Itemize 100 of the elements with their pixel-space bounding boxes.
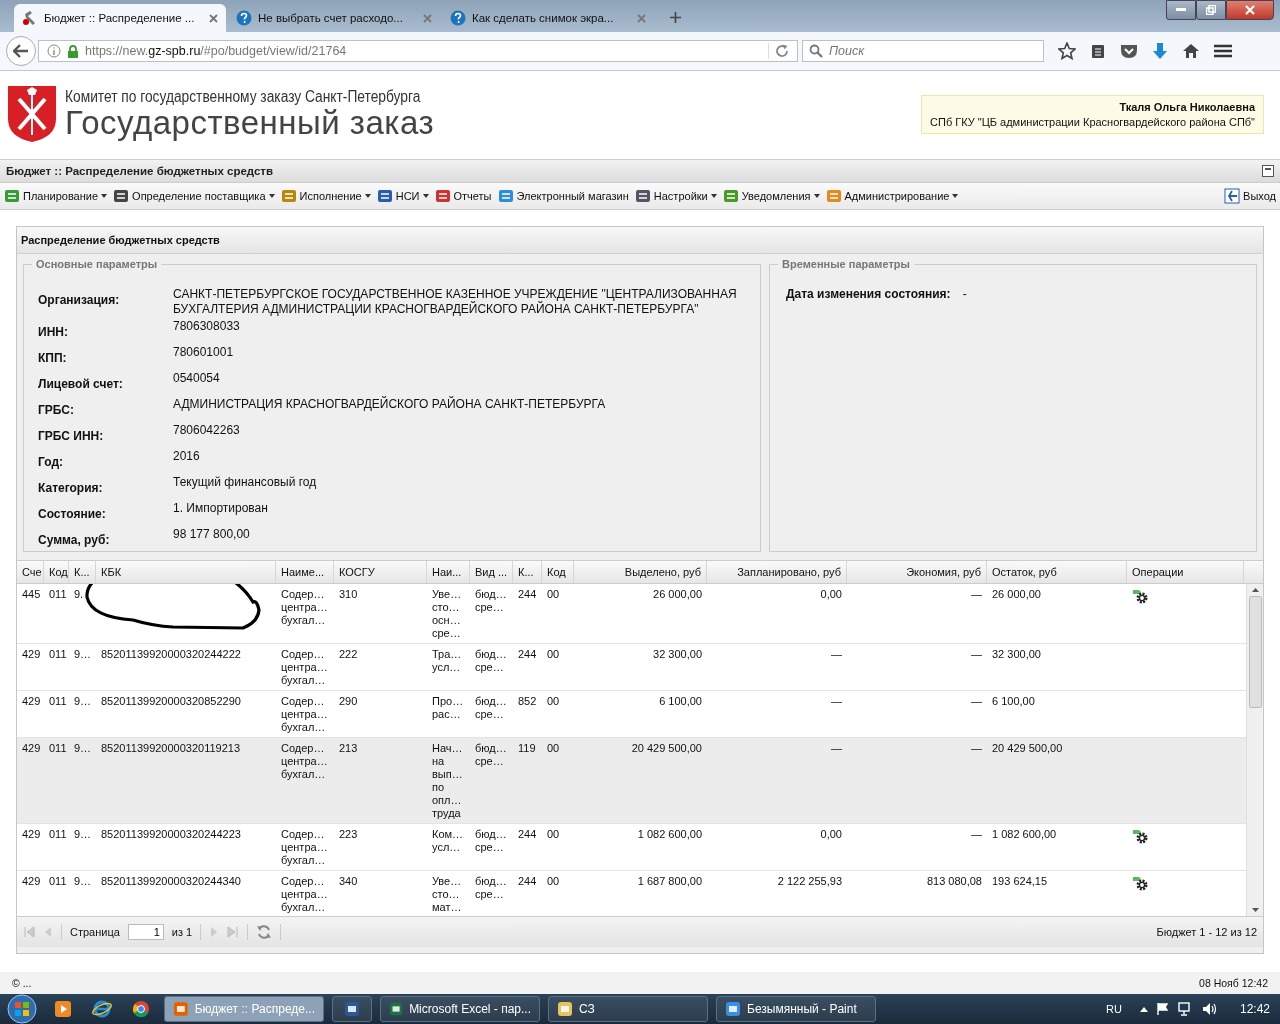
home-icon[interactable]: [1182, 43, 1200, 59]
column-header[interactable]: Код: [542, 561, 574, 583]
menu-item-icon: [280, 188, 297, 204]
browser-tab[interactable]: Бюджет :: Распределение ...: [14, 4, 226, 32]
status-date: 08 Нояб 12:42: [1199, 977, 1268, 989]
table-cell: —: [831, 695, 842, 708]
column-header[interactable]: Наи...: [427, 561, 470, 583]
column-header[interactable]: Операции: [1127, 561, 1244, 583]
scrollbar[interactable]: [1246, 584, 1263, 916]
collapse-icon[interactable]: [1262, 165, 1274, 177]
table-cell: 244: [518, 648, 537, 661]
help-icon: [236, 10, 252, 26]
chrome-icon[interactable]: [132, 1000, 150, 1018]
gear-icon[interactable]: [1132, 875, 1149, 891]
column-header[interactable]: К...: [69, 561, 96, 583]
column-header[interactable]: КОСГУ: [334, 561, 427, 583]
table-cell: 429: [22, 742, 41, 755]
column-header[interactable]: Сче: [17, 561, 44, 583]
internet-explorer-icon[interactable]: [92, 1000, 112, 1018]
new-tab-icon[interactable]: [670, 12, 681, 23]
field-label: Организация:: [38, 292, 121, 309]
back-button[interactable]: [6, 36, 36, 66]
logout-button[interactable]: Выход: [1224, 188, 1276, 204]
table-cell: бюд… сре…: [475, 828, 507, 854]
start-button[interactable]: [4, 994, 40, 1024]
taskbar-button[interactable]: Microsoft Excel - пар...: [380, 996, 540, 1022]
browser-tab[interactable]: Как сделать снимок экра...: [442, 4, 654, 32]
speaker-icon[interactable]: [1201, 1002, 1218, 1016]
table-cell: 429: [22, 875, 41, 888]
table-row[interactable]: 429 011 9… 85201139920000320119213 Содер… центра… бухгал… 213 Нач… на вып… по опл… труда бюд… сре… 119 00 20 429 500,00 — — 20 429 500,00: [17, 738, 1246, 824]
table-cell: 244: [518, 828, 537, 841]
clock[interactable]: 12:42: [1239, 1002, 1270, 1016]
taskbar-button[interactable]: Безымянный - Paint: [716, 996, 876, 1022]
reading-list-icon[interactable]: [1090, 43, 1106, 59]
column-header[interactable]: Выделено, руб: [574, 561, 707, 583]
menu-item[interactable]: НСИ: [376, 188, 429, 204]
column-header[interactable]: К...: [513, 561, 542, 583]
media-player-icon[interactable]: [54, 1000, 72, 1018]
column-header[interactable]: Остаток, руб: [987, 561, 1127, 583]
menu-item[interactable]: Исполнение: [280, 188, 371, 204]
table-cell: 1 082 600,00: [992, 828, 1057, 841]
taskbar-button[interactable]: [332, 996, 372, 1022]
menu-item[interactable]: Настройки: [634, 188, 717, 204]
close-window-button[interactable]: [1226, 0, 1274, 20]
menu-item[interactable]: Планирование: [4, 188, 108, 204]
menu-item-icon: [825, 188, 842, 204]
table-cell: 1 687 800,00: [637, 875, 702, 888]
table-cell: 85201139920000320244223: [101, 828, 241, 841]
restore-button[interactable]: [1196, 0, 1226, 20]
table-cell: бюд… сре…: [475, 695, 507, 721]
column-header[interactable]: Вид ...: [470, 561, 513, 583]
menu-item[interactable]: Отчеты: [434, 188, 492, 204]
table-cell: Содер… центра… бухгал…: [281, 695, 328, 734]
page-label: Страница: [70, 926, 120, 938]
column-header[interactable]: Наиме...: [276, 561, 334, 583]
column-header[interactable]: Запланировано, руб: [707, 561, 847, 583]
refresh-icon[interactable]: [256, 924, 273, 940]
scroll-down-icon[interactable]: [1251, 908, 1259, 912]
table-cell: бюд… сре…: [475, 648, 507, 674]
field-value: -: [962, 287, 968, 303]
table-cell: 9…: [74, 742, 92, 755]
exit-icon: [1224, 188, 1241, 204]
info-icon[interactable]: [47, 44, 61, 58]
column-header[interactable]: Экономия, руб: [847, 561, 987, 583]
gear-icon[interactable]: [1132, 828, 1149, 844]
app-icon: [725, 1001, 741, 1017]
table-cell: 1 082 600,00: [637, 828, 702, 841]
tray-arrow-icon[interactable]: [1139, 1006, 1148, 1012]
table-cell: бюд… сре…: [475, 742, 507, 768]
search-field[interactable]: Поиск: [802, 40, 1044, 62]
menu-item[interactable]: Электронный магазин: [497, 188, 629, 204]
flag-icon[interactable]: [1155, 1002, 1170, 1016]
download-icon[interactable]: [1152, 42, 1168, 60]
address-bar[interactable]: https://new.gz-spb.ru/#po/budget/view/id/21764: [38, 40, 798, 62]
browser-tab[interactable]: Не выбрать счет расходо...: [228, 4, 440, 32]
scroll-up-icon[interactable]: [1251, 588, 1259, 592]
field-label: Дата изменения состояния:: [786, 287, 951, 303]
page-number-field[interactable]: 1: [127, 924, 164, 940]
taskbar-button[interactable]: СЗ: [548, 996, 708, 1022]
menu-item[interactable]: Уведомления: [722, 188, 820, 204]
table-cell: 0,00: [820, 588, 842, 601]
column-header[interactable]: КБК: [96, 561, 276, 583]
pocket-icon[interactable]: [1120, 43, 1138, 59]
menu-item[interactable]: Определение поставщика: [113, 188, 275, 204]
table-cell: —: [971, 742, 982, 755]
minimize-button[interactable]: [1166, 0, 1196, 20]
url-text: https://new.gz-spb.ru/#po/budget/view/id/21764: [85, 44, 348, 58]
menu-icon[interactable]: [1214, 44, 1232, 58]
table-cell: 244: [518, 588, 537, 601]
gear-icon[interactable]: [1132, 588, 1149, 604]
table-cell: 011: [49, 875, 67, 888]
reload-icon[interactable]: [775, 44, 789, 58]
language-indicator[interactable]: RU: [1106, 1003, 1122, 1015]
table-cell: Ком… усл…: [432, 828, 464, 854]
table-cell: 00: [547, 828, 560, 841]
table-cell: 85201139920000320852290: [101, 695, 241, 708]
close-icon[interactable]: [209, 13, 218, 23]
star-icon[interactable]: [1058, 42, 1076, 60]
menu-item[interactable]: Администрирование: [825, 188, 959, 204]
column-header[interactable]: Код: [44, 561, 69, 583]
